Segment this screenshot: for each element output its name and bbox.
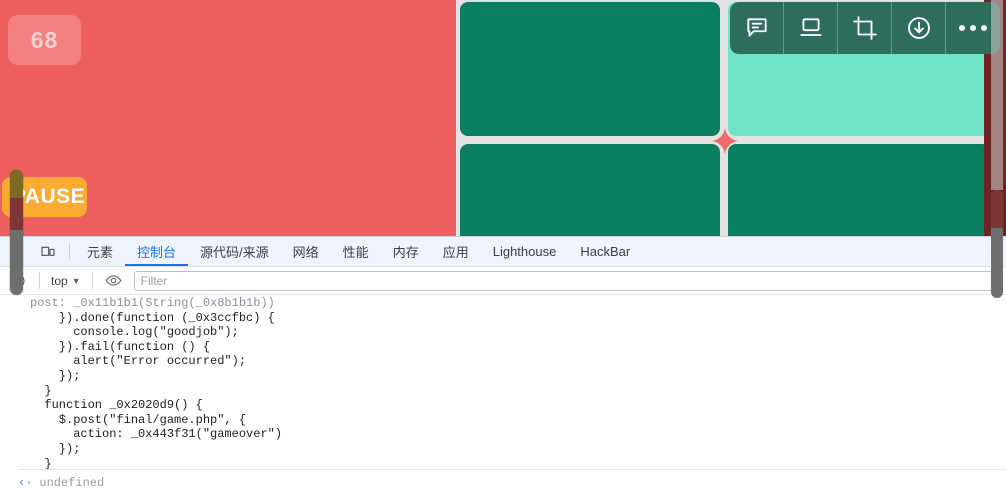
tab-label: 网络 [292, 245, 319, 260]
toolbar-divider [39, 272, 40, 289]
code-line: alert("Error occurred"); [30, 354, 247, 369]
tab-label: Lighthouse [492, 244, 557, 259]
tab-label: 元素 [87, 245, 114, 260]
tab-hackbar[interactable]: HackBar [568, 237, 642, 266]
tab-sources[interactable]: 源代码/来源 [188, 237, 281, 266]
left-scrollbar-thumb[interactable] [10, 170, 23, 295]
code-line: console.log("goodjob"); [30, 325, 239, 340]
console-result-value: undefined [39, 476, 105, 490]
code-line: }); [30, 441, 81, 456]
tab-label: 应用 [442, 245, 469, 260]
score-value: 68 [30, 26, 59, 53]
code-line: } [30, 383, 52, 398]
toolbar-divider [91, 272, 93, 289]
console-divider [18, 469, 1006, 470]
page-viewport: 68 PAUSE [0, 0, 1006, 236]
code-line: action: _0x443f31("gameover") [30, 427, 283, 442]
execution-context-select[interactable]: top ▼ [45, 271, 87, 291]
page-scrollbar-track[interactable] [991, 0, 1003, 190]
tab-performance[interactable]: 性能 [331, 237, 381, 266]
board-tile[interactable] [460, 144, 720, 236]
more-dots [959, 25, 987, 31]
download-icon[interactable] [892, 2, 946, 54]
scrollbar-segment [10, 198, 23, 230]
execution-context-label: top [51, 273, 68, 288]
sparkle-icon [712, 128, 738, 154]
tab-label: 性能 [342, 245, 369, 260]
right-scrollbar-thumb[interactable] [991, 190, 1003, 298]
tab-label: 控制台 [137, 245, 177, 260]
tab-elements[interactable]: 元素 [75, 237, 125, 266]
devtools-tabbar: 元素 控制台 源代码/来源 网络 性能 内存 应用 Lighthouse Hac… [0, 237, 1006, 267]
tab-application[interactable]: 应用 [431, 237, 481, 266]
toolbar-divider [69, 243, 70, 260]
score-badge: 68 [8, 15, 81, 65]
console-code-message: post: _0x11b1b1(String(_0x8b1b1b)) }).do… [0, 295, 1006, 471]
scrollbar-segment [10, 170, 23, 198]
tab-lighthouse[interactable]: Lighthouse [481, 237, 569, 266]
return-arrow-icon: ‹· [18, 476, 33, 490]
code-line: }); [30, 368, 81, 383]
console-filter-input[interactable] [133, 270, 998, 291]
live-expression-eye-icon[interactable] [98, 267, 130, 295]
code-line: }).fail(function () { [30, 339, 211, 354]
code-line: function _0x2020d9() { [30, 398, 203, 413]
tab-console[interactable]: 控制台 [125, 237, 188, 266]
board-tile[interactable] [728, 144, 990, 236]
board-tile[interactable] [460, 2, 720, 136]
game-left-panel: 68 PAUSE [0, 0, 456, 236]
game-toolbar [730, 2, 1000, 54]
chevron-down-icon: ▼ [71, 275, 81, 286]
tab-memory[interactable]: 内存 [381, 237, 431, 266]
comment-icon[interactable] [730, 2, 784, 54]
code-line: }).done(function (_0x3ccfbc) { [30, 310, 275, 325]
device-toolbar-icon[interactable] [32, 238, 64, 266]
console-output[interactable]: post: _0x11b1b1(String(_0x8b1b1b)) }).do… [0, 295, 1006, 504]
console-result-row: ‹· undefined [0, 476, 104, 490]
console-toolbar: top ▼ [0, 267, 1006, 295]
tab-label: HackBar [580, 244, 631, 259]
clipped-code-line: post: _0x11b1b1(String(_0x8b1b1b)) [30, 296, 275, 310]
crop-icon[interactable] [838, 2, 892, 54]
tab-network[interactable]: 网络 [281, 237, 331, 266]
screen-root: 68 PAUSE 元素 控制台 源代码/来源 网络 性能 内存 应用 Light… [0, 0, 1006, 504]
devtools-panel: 元素 控制台 源代码/来源 网络 性能 内存 应用 Lighthouse Hac… [0, 236, 1006, 504]
presentation-icon[interactable] [784, 2, 838, 54]
scrollbar-segment [991, 190, 1003, 228]
tab-label: 内存 [392, 245, 419, 260]
tab-label: 源代码/来源 [200, 245, 269, 260]
code-line: $.post("final/game.php", { [30, 412, 247, 427]
